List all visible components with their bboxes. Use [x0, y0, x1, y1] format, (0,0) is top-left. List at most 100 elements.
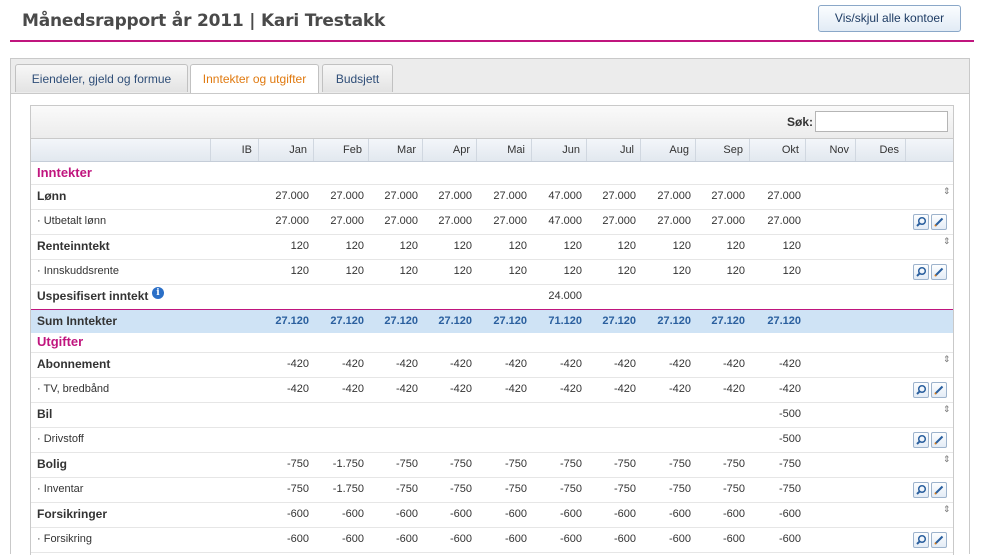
group-row[interactable]: Lønn 27.000 27.000 27.000 27.000 27.000 47.000… — [31, 184, 953, 210]
edit-icon[interactable] — [931, 214, 947, 230]
cell-jan: -420 — [286, 358, 309, 370]
cell-feb: -1.750 — [332, 458, 364, 470]
column-header-sep[interactable]: Sep — [696, 139, 750, 161]
column-header-okt[interactable]: Okt — [750, 139, 806, 161]
cell-nov — [806, 427, 856, 452]
cell-sep: 27.000 — [711, 215, 745, 227]
cell-jan: 120 — [290, 265, 309, 277]
cell-jul: -750 — [613, 483, 636, 495]
column-header-nov[interactable]: Nov — [806, 139, 856, 161]
cell-ib — [211, 284, 259, 309]
group-row[interactable]: Abonnement -420 -420 -420 -420 -420 -420 -420 -4… — [31, 352, 953, 378]
group-row[interactable]: Bolig -750 -1.750 -750 -750 -750 -750 -750 -750 -… — [31, 452, 953, 478]
column-header-aug[interactable]: Aug — [641, 139, 696, 161]
search-icon[interactable] — [913, 382, 929, 398]
cell-jul: -750 — [613, 458, 636, 470]
search-icon[interactable] — [913, 482, 929, 498]
search-input[interactable] — [815, 111, 948, 132]
cell-okt: -750 — [778, 458, 801, 470]
column-header-ib[interactable]: IB — [211, 139, 259, 161]
cell-feb: 27.120 — [330, 315, 364, 327]
cell-okt — [750, 284, 806, 309]
cell-jan: -750 — [286, 483, 309, 495]
account-row[interactable]: · Inventar -750 -1.750 -750 -750 -750 -750 -750… — [31, 477, 953, 503]
search-icon[interactable] — [913, 532, 929, 548]
sort-icon[interactable]: ⇕ — [943, 504, 951, 515]
account-row[interactable]: · Utbetalt lønn 27.000 27.000 27.000 27.000 2… — [31, 209, 953, 235]
sort-icon[interactable]: ⇕ — [943, 186, 951, 197]
cell-okt: -750 — [778, 483, 801, 495]
column-header-apr[interactable]: Apr — [423, 139, 477, 161]
cell-okt: 27.000 — [767, 190, 801, 202]
search-icon[interactable] — [913, 214, 929, 230]
edit-icon[interactable] — [931, 432, 947, 448]
cell-sep — [696, 284, 750, 309]
cell-mai: 27.000 — [493, 215, 527, 227]
cell-jan: -600 — [286, 533, 309, 545]
cell-apr: 27.000 — [438, 215, 472, 227]
cell-jun: -600 — [559, 533, 582, 545]
cell-aug: 27.000 — [657, 215, 691, 227]
account-row[interactable]: · TV, bredbånd -420 -420 -420 -420 -420 -420 -4… — [31, 377, 953, 403]
cell-okt: -600 — [778, 508, 801, 520]
toggle-all-accounts-button[interactable]: Vis/skjul alle kontoer — [818, 5, 961, 32]
tab-assets[interactable]: Eiendeler, gjeld og formue — [15, 64, 188, 92]
cell-des — [856, 209, 906, 234]
tab-budget[interactable]: Budsjett — [322, 64, 393, 92]
cell-ib — [211, 259, 259, 284]
cell-aug: 120 — [672, 240, 691, 252]
info-icon[interactable]: i — [152, 287, 164, 299]
cell-jan: 27.000 — [275, 215, 309, 227]
column-header-jan[interactable]: Jan — [259, 139, 314, 161]
sort-icon[interactable]: ⇕ — [943, 354, 951, 365]
column-header-des[interactable]: Des — [856, 139, 906, 161]
row-label: · Utbetalt lønn — [37, 215, 107, 227]
group-row[interactable]: Forsikringer -600 -600 -600 -600 -600 -600 -600… — [31, 502, 953, 528]
cell-des — [856, 234, 906, 259]
column-header-jul[interactable]: Jul — [587, 139, 641, 161]
account-row[interactable]: · Forsikring -600 -600 -600 -600 -600 -600 -600… — [31, 527, 953, 553]
cell-mar — [369, 402, 423, 427]
sort-icon[interactable]: ⇕ — [943, 236, 951, 247]
cell-des — [856, 477, 906, 502]
cell-jun — [532, 402, 587, 427]
column-header-mar[interactable]: Mar — [369, 139, 423, 161]
cell-feb: -600 — [341, 533, 364, 545]
cell-nov — [806, 352, 856, 377]
group-row[interactable]: Uspesifisert inntekt i 24.000 — [31, 284, 953, 310]
tab-bar: Eiendeler, gjeld og formue Inntekter og … — [11, 59, 969, 94]
cell-mar: -750 — [395, 483, 418, 495]
group-row[interactable]: Bil -500 ⇕ — [31, 402, 953, 428]
sort-icon[interactable]: ⇕ — [943, 404, 951, 415]
edit-icon[interactable] — [931, 482, 947, 498]
column-header-mai[interactable]: Mai — [477, 139, 532, 161]
cell-des — [856, 502, 906, 527]
cell-sep — [696, 402, 750, 427]
cell-feb: 27.000 — [330, 190, 364, 202]
search-icon[interactable] — [913, 432, 929, 448]
edit-icon[interactable] — [931, 382, 947, 398]
tab-income-expenses[interactable]: Inntekter og utgifter — [190, 64, 319, 93]
group-row[interactable]: Renteinntekt 120 120 120 120 120 120 120 120 120 1… — [31, 234, 953, 260]
cell-mai: 27.120 — [493, 315, 527, 327]
cell-jan — [259, 402, 314, 427]
cell-mai: -750 — [504, 458, 527, 470]
cell-nov — [806, 259, 856, 284]
sort-icon[interactable]: ⇕ — [943, 454, 951, 465]
row-label: Abonnement — [37, 357, 111, 371]
account-row[interactable]: · Innskuddsrente 120 120 120 120 120 120 120 120… — [31, 259, 953, 285]
search-label: Søk: — [787, 115, 814, 129]
cell-des — [856, 427, 906, 452]
search-icon[interactable] — [913, 264, 929, 280]
cell-jul: -420 — [613, 358, 636, 370]
row-label: · TV, bredbånd — [37, 383, 110, 395]
cell-jan — [259, 427, 314, 452]
edit-icon[interactable] — [931, 532, 947, 548]
cell-feb: -1.750 — [332, 483, 364, 495]
cell-mai: -750 — [504, 483, 527, 495]
cell-des — [856, 284, 906, 309]
column-header-jun[interactable]: Jun — [532, 139, 587, 161]
account-row[interactable]: · Drivstoff -500 — [31, 427, 953, 453]
edit-icon[interactable] — [931, 264, 947, 280]
column-header-feb[interactable]: Feb — [314, 139, 369, 161]
